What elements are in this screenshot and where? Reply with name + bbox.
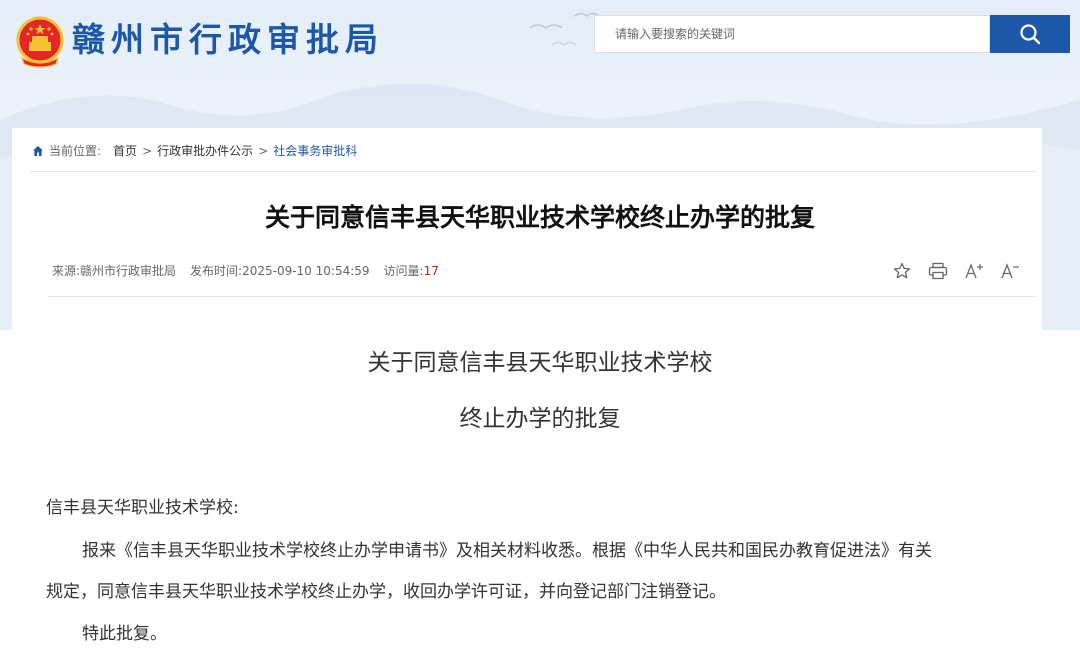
favorite-button[interactable] [892,261,912,281]
search-box[interactable] [594,15,990,53]
document-title-line-1: 关于同意信丰县天华职业技术学校 [367,350,713,376]
publish-time: 发布时间:2025-09-10 10:54:59 [190,264,370,278]
closing-remark: 特此批复。 [82,624,167,644]
print-button[interactable] [928,261,948,281]
visit-count: 访问量:17 [384,262,439,279]
font-increase-button[interactable] [964,261,984,281]
document-title-line-2: 终止办学的批复 [459,406,621,432]
breadcrumb-separator: > [258,144,269,158]
body-paragraph-line-2: 规定，同意信丰县天华职业技术学校终止办学，收回办学许可证，并向登记部门注销登记。 [46,582,726,602]
meta-divider [48,296,1035,297]
article-tools [892,261,1020,281]
article-source: 来源:赣州市行政审批局 [52,264,177,278]
national-emblem-logo [16,16,64,68]
visit-count-value: 17 [423,264,439,278]
breadcrumb-divider [30,171,1035,172]
body-paragraph-line-1: 报来《信丰县天华职业技术学校终止办学申请书》及相关材料收悉。根据《中华人民共和国… [82,541,932,561]
search-input[interactable] [595,16,989,52]
breadcrumb-separator: > [142,144,153,158]
visit-count-label: 访问量: [383,264,424,278]
article-meta: 来源:赣州市行政审批局 发布时间:2025-09-10 10:54:59 访问量… [52,262,439,279]
article-title: 关于同意信丰县天华职业技术学校终止办学的批复 [264,203,815,232]
salutation: 信丰县天华职业技术学校: [46,498,239,518]
search-icon [1020,24,1041,45]
breadcrumb: 当前位置: 首页 > 行政审批办件公示 > 社会事务审批科 [32,142,357,160]
font-increase-icon [965,263,983,279]
print-icon [928,262,948,280]
search-button[interactable] [990,15,1070,53]
breadcrumb-approval-publicity[interactable]: 行政审批办件公示 [157,142,253,160]
content-panel: 当前位置: 首页 > 行政审批办件公示 > 社会事务审批科 关于同意信丰县天华职… [12,128,1042,652]
font-decrease-button[interactable] [1000,261,1020,281]
breadcrumb-label: 当前位置: [49,144,102,158]
font-decrease-icon [1001,263,1019,279]
breadcrumb-home[interactable]: 首页 [113,142,137,160]
breadcrumb-social-affairs[interactable]: 社会事务审批科 [273,142,357,160]
home-icon [33,146,43,156]
star-icon [893,262,911,279]
site-title: 赣州市行政审批局 [72,20,384,59]
